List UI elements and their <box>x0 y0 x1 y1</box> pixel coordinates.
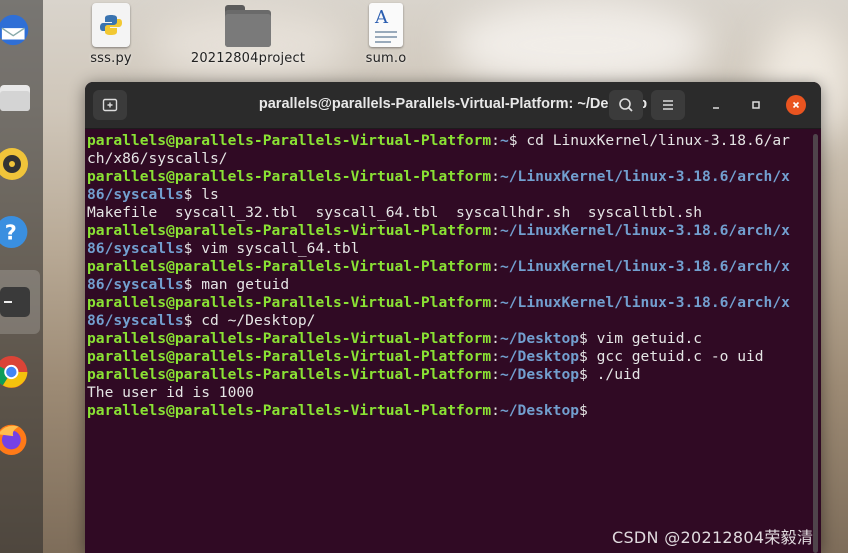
command-text: ./uid <box>587 366 641 383</box>
prompt-user-host: parallels@parallels-Parallels-Virtual-Pl… <box>87 132 492 149</box>
terminal-line: parallels@parallels-Parallels-Virtual-Pl… <box>87 330 703 347</box>
chrome-icon[interactable] <box>0 350 34 394</box>
prompt-user-host: parallels@parallels-Parallels-Virtual-Pl… <box>87 330 492 347</box>
prompt-user-host: parallels@parallels-Parallels-Virtual-Pl… <box>87 366 492 383</box>
maximize-icon <box>752 101 760 109</box>
menu-button[interactable] <box>651 90 685 120</box>
command-output: Makefile syscall_32.tbl syscall_64.tbl s… <box>87 204 703 221</box>
dock: ? <box>0 0 43 553</box>
terminal-line: parallels@parallels-Parallels-Virtual-Pl… <box>87 258 790 275</box>
rhythmbox-icon[interactable] <box>0 142 34 186</box>
terminal-line: parallels@parallels-Parallels-Virtual-Pl… <box>87 366 641 383</box>
text-document-icon: A <box>369 3 403 47</box>
scrollbar[interactable] <box>813 134 818 553</box>
command-text: cd ~/Desktop/ <box>192 312 316 329</box>
command-text: vim syscall_64.tbl <box>192 240 360 257</box>
prompt-path: ~/LinuxKernel/linux-3.18.6/arch/x <box>499 222 790 239</box>
desktop-icon-document[interactable]: A sum.o <box>326 3 446 66</box>
prompt-user-host: parallels@parallels-Parallels-Virtual-Pl… <box>87 402 492 419</box>
close-icon <box>792 101 800 109</box>
minimize-button[interactable] <box>706 95 726 115</box>
search-icon <box>619 98 633 112</box>
terminal-window: parallels@parallels-Parallels-Virtual-Pl… <box>85 82 821 553</box>
command-text: man getuid <box>192 276 290 293</box>
thunderbird-icon[interactable] <box>0 8 34 52</box>
terminal-line: Makefile syscall_32.tbl syscall_64.tbl s… <box>87 204 805 222</box>
prompt-path: ~/LinuxKernel/linux-3.18.6/arch/x <box>499 168 790 185</box>
desktop-icon-label: sum.o <box>365 51 407 66</box>
watermark: CSDN @20212804荣毅清 <box>612 528 814 547</box>
command-output: ch/x86/syscalls/ <box>87 150 228 167</box>
terminal-line: parallels@parallels-Parallels-Virtual-Pl… <box>87 168 790 185</box>
terminal-line: 86/syscalls$ cd ~/Desktop/ <box>87 312 316 329</box>
prompt-path: ~/Desktop <box>499 348 580 365</box>
prompt-path: 86/syscalls <box>87 186 184 203</box>
desktop-icon-label: 20212804project <box>190 51 306 66</box>
prompt-path: 86/syscalls <box>87 240 184 257</box>
prompt-path: 86/syscalls <box>87 312 184 329</box>
help-icon[interactable]: ? <box>0 210 34 254</box>
terminal-output[interactable]: parallels@parallels-Parallels-Virtual-Pl… <box>87 132 805 553</box>
prompt-path: ~/Desktop <box>499 402 580 419</box>
python-file-icon <box>92 3 130 47</box>
minimize-icon <box>713 107 719 109</box>
prompt-path: ~/Desktop <box>499 330 580 347</box>
prompt-path: ~ <box>499 132 509 149</box>
terminal-line: ch/x86/syscalls/ <box>87 150 805 168</box>
terminal-line: parallels@parallels-Parallels-Virtual-Pl… <box>87 294 790 311</box>
prompt-path: ~/LinuxKernel/linux-3.18.6/arch/x <box>499 258 790 275</box>
desktop-icon-python-file[interactable]: sss.py <box>51 3 171 66</box>
files-icon[interactable] <box>0 76 34 120</box>
desktop-icon-folder[interactable]: 20212804project <box>188 3 308 66</box>
terminal-line: parallels@parallels-Parallels-Virtual-Pl… <box>87 132 790 149</box>
command-text: ls <box>192 186 219 203</box>
terminal-icon[interactable] <box>0 280 34 324</box>
prompt-path: ~/Desktop <box>499 366 580 383</box>
terminal-line: 86/syscalls$ vim syscall_64.tbl <box>87 240 360 257</box>
maximize-button[interactable] <box>746 95 766 115</box>
terminal-line: The user id is 1000 <box>87 384 805 402</box>
search-button[interactable] <box>609 90 643 120</box>
prompt-user-host: parallels@parallels-Parallels-Virtual-Pl… <box>87 168 492 185</box>
command-text: cd LinuxKernel/linux-3.18.6/ar <box>517 132 790 149</box>
terminal-line: parallels@parallels-Parallels-Virtual-Pl… <box>87 222 790 239</box>
command-text: gcc getuid.c -o uid <box>587 348 764 365</box>
terminal-line: parallels@parallels-Parallels-Virtual-Pl… <box>87 402 588 419</box>
desktop-icon-label: sss.py <box>90 51 132 66</box>
terminal-titlebar[interactable]: parallels@parallels-Parallels-Virtual-Pl… <box>85 82 821 129</box>
prompt-user-host: parallels@parallels-Parallels-Virtual-Pl… <box>87 258 492 275</box>
terminal-line: 86/syscalls$ ls <box>87 186 219 203</box>
prompt-user-host: parallels@parallels-Parallels-Virtual-Pl… <box>87 222 492 239</box>
prompt-user-host: parallels@parallels-Parallels-Virtual-Pl… <box>87 294 492 311</box>
command-text: vim getuid.c <box>587 330 703 347</box>
prompt-path: ~/LinuxKernel/linux-3.18.6/arch/x <box>499 294 790 311</box>
terminal-line: parallels@parallels-Parallels-Virtual-Pl… <box>87 348 764 365</box>
prompt-path: 86/syscalls <box>87 276 184 293</box>
terminal-line: 86/syscalls$ man getuid <box>87 276 290 293</box>
command-output: The user id is 1000 <box>87 384 254 401</box>
svg-text:?: ? <box>5 221 17 245</box>
close-button[interactable] <box>786 95 806 115</box>
prompt-user-host: parallels@parallels-Parallels-Virtual-Pl… <box>87 348 492 365</box>
folder-icon <box>225 3 271 47</box>
hamburger-menu-icon <box>663 100 673 110</box>
firefox-icon[interactable] <box>0 416 34 460</box>
